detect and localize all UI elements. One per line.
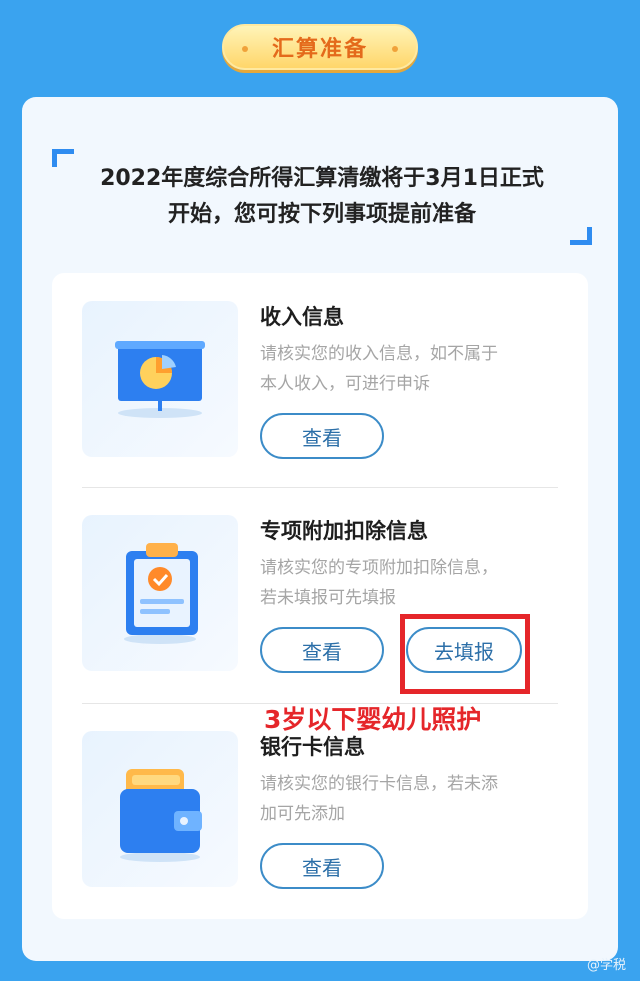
item-title: 收入信息 <box>260 305 344 329</box>
view-bank-card-button[interactable]: 查看 <box>260 843 384 889</box>
item-description: 请核实您的专项附加扣除信息， 若未填报可先填报 <box>260 553 560 613</box>
divider <box>82 487 558 488</box>
pill-dot-left <box>242 46 248 52</box>
list-item-income: 收入信息 请核实您的收入信息，如不属于 本人收入，可进行申诉 查看 <box>82 301 558 491</box>
desc-line-2: 若未填报可先填报 <box>260 588 396 608</box>
item-description: 请核实您的银行卡信息，若未添 加可先添加 <box>260 769 560 829</box>
headline: 2022年度综合所得汇算清缴将于3月1日正式 开始，您可按下列事项提前准备 <box>62 161 582 233</box>
list-item-bank-card: 银行卡信息 请核实您的银行卡信息，若未添 加可先添加 查看 <box>82 731 558 921</box>
main-panel: 2022年度综合所得汇算清缴将于3月1日正式 开始，您可按下列事项提前准备 收入… <box>22 97 618 961</box>
section-title: 汇算准备 <box>271 37 368 62</box>
item-description: 请核实您的收入信息，如不属于 本人收入，可进行申诉 <box>260 339 560 399</box>
wallet-icon <box>82 731 238 887</box>
view-deductions-button[interactable]: 查看 <box>260 627 384 673</box>
annotation-text: 3岁以下婴幼儿照护 <box>264 705 482 734</box>
headline-line-1: 2022年度综合所得汇算清缴将于3月1日正式 <box>100 166 544 191</box>
watermark: @学税 <box>586 958 626 973</box>
item-title: 专项附加扣除信息 <box>260 519 428 543</box>
highlight-box <box>400 614 530 694</box>
headline-line-2: 开始，您可按下列事项提前准备 <box>167 202 476 227</box>
desc-line-2: 本人收入，可进行申诉 <box>260 374 430 394</box>
section-title-pill: 汇算准备 <box>222 24 418 70</box>
pill-dot-right <box>392 46 398 52</box>
desc-line-2: 加可先添加 <box>260 804 345 824</box>
desc-line-1: 请核实您的收入信息，如不属于 <box>260 344 498 364</box>
clipboard-check-icon <box>82 515 238 671</box>
desc-line-1: 请核实您的银行卡信息，若未添 <box>260 774 498 794</box>
items-card: 收入信息 请核实您的收入信息，如不属于 本人收入，可进行申诉 查看 专项附加扣除… <box>52 273 588 919</box>
desc-line-1: 请核实您的专项附加扣除信息， <box>260 558 498 578</box>
view-income-button[interactable]: 查看 <box>260 413 384 459</box>
presentation-chart-icon <box>82 301 238 457</box>
